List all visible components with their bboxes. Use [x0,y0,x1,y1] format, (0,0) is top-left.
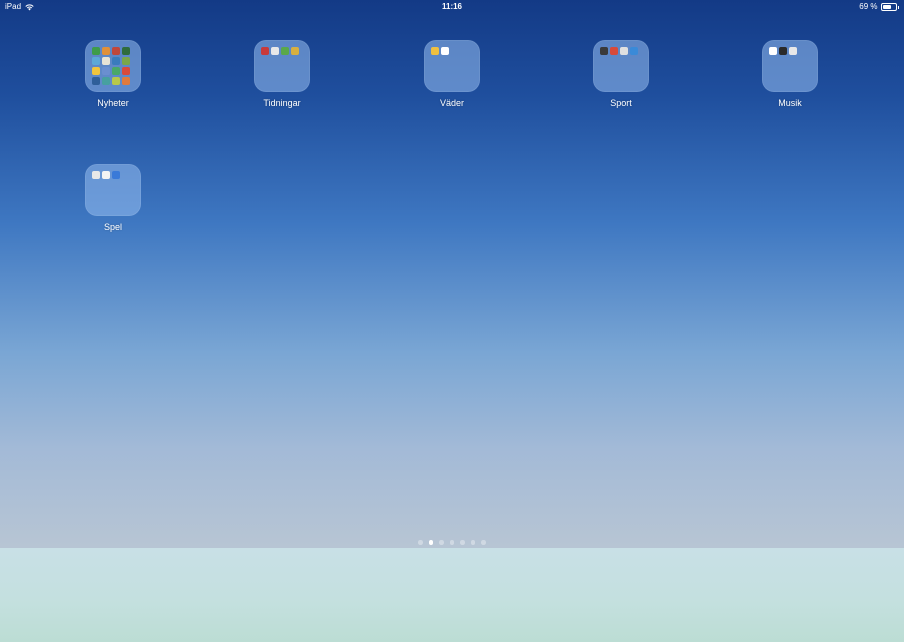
mini-app-icon [620,47,628,55]
mini-app-icon [92,77,100,85]
page-dot[interactable] [470,540,476,545]
status-right: 69 % [859,0,899,14]
folder-tidningar[interactable]: Tidningar [242,40,322,108]
folder-icon[interactable] [593,40,649,92]
mini-app-icon [281,47,289,55]
mini-app-icon [102,47,110,55]
folder-label: Tidningar [263,98,301,108]
folder-vader[interactable]: Väder [412,40,492,108]
folder-icon[interactable] [254,40,310,92]
mini-app-icon [600,47,608,55]
folder-icon[interactable] [424,40,480,92]
mini-app-icon [271,47,279,55]
battery-cap [897,5,899,9]
mini-app-icon [92,67,100,75]
page-indicator[interactable] [0,540,904,545]
mini-app-icon [789,47,797,55]
folder-label: Spel [103,222,122,232]
folder-nyheter[interactable]: Nyheter [73,40,153,108]
dock [0,548,904,642]
clock: 11:16 [441,2,463,11]
mini-app-icon [261,47,269,55]
battery-icon [880,3,897,11]
mini-app-icon [102,67,110,75]
mini-app-icon [112,47,120,55]
folder-icon[interactable] [762,40,818,92]
mini-app-icon [441,47,449,55]
folder-label: Nyheter [97,98,129,108]
mini-app-icon [122,57,130,65]
mini-app-icon [92,47,100,55]
mini-app-icon [112,77,120,85]
mini-app-icon [102,171,110,179]
mini-app-icon [92,171,100,179]
mini-app-icon [102,57,110,65]
folder-spel[interactable]: Spel [73,164,153,232]
page-dot[interactable] [418,540,423,545]
page-dot[interactable] [449,540,455,545]
battery-percentage: 69 % [859,2,878,11]
status-bar: iPad 11:16 69 % [0,0,904,14]
page-dot[interactable] [460,540,465,545]
mini-app-icon [779,47,787,55]
folder-label: Sport [610,98,632,108]
mini-app-icon [102,77,110,85]
page-dot[interactable] [428,540,434,545]
mini-app-icon [122,67,130,75]
folder-icon[interactable] [85,40,141,92]
mini-app-icon [291,47,299,55]
folder-label: Musik [778,98,802,108]
mini-app-icon [431,47,439,55]
mini-app-icon [122,47,130,55]
mini-app-icon [630,47,638,55]
mini-app-icon [610,47,618,55]
mini-app-icon [112,171,120,179]
page-dot[interactable] [439,540,444,545]
mini-app-icon [769,47,777,55]
mini-app-icon [92,57,100,65]
page-dot[interactable] [481,540,486,545]
folder-label: Väder [439,98,465,108]
folder-icon[interactable] [85,164,141,216]
mini-app-icon [122,77,130,85]
folder-musik[interactable]: Musik [750,40,830,108]
folder-sport[interactable]: Sport [581,40,661,108]
mini-app-icon [112,57,120,65]
mini-app-icon [112,67,120,75]
